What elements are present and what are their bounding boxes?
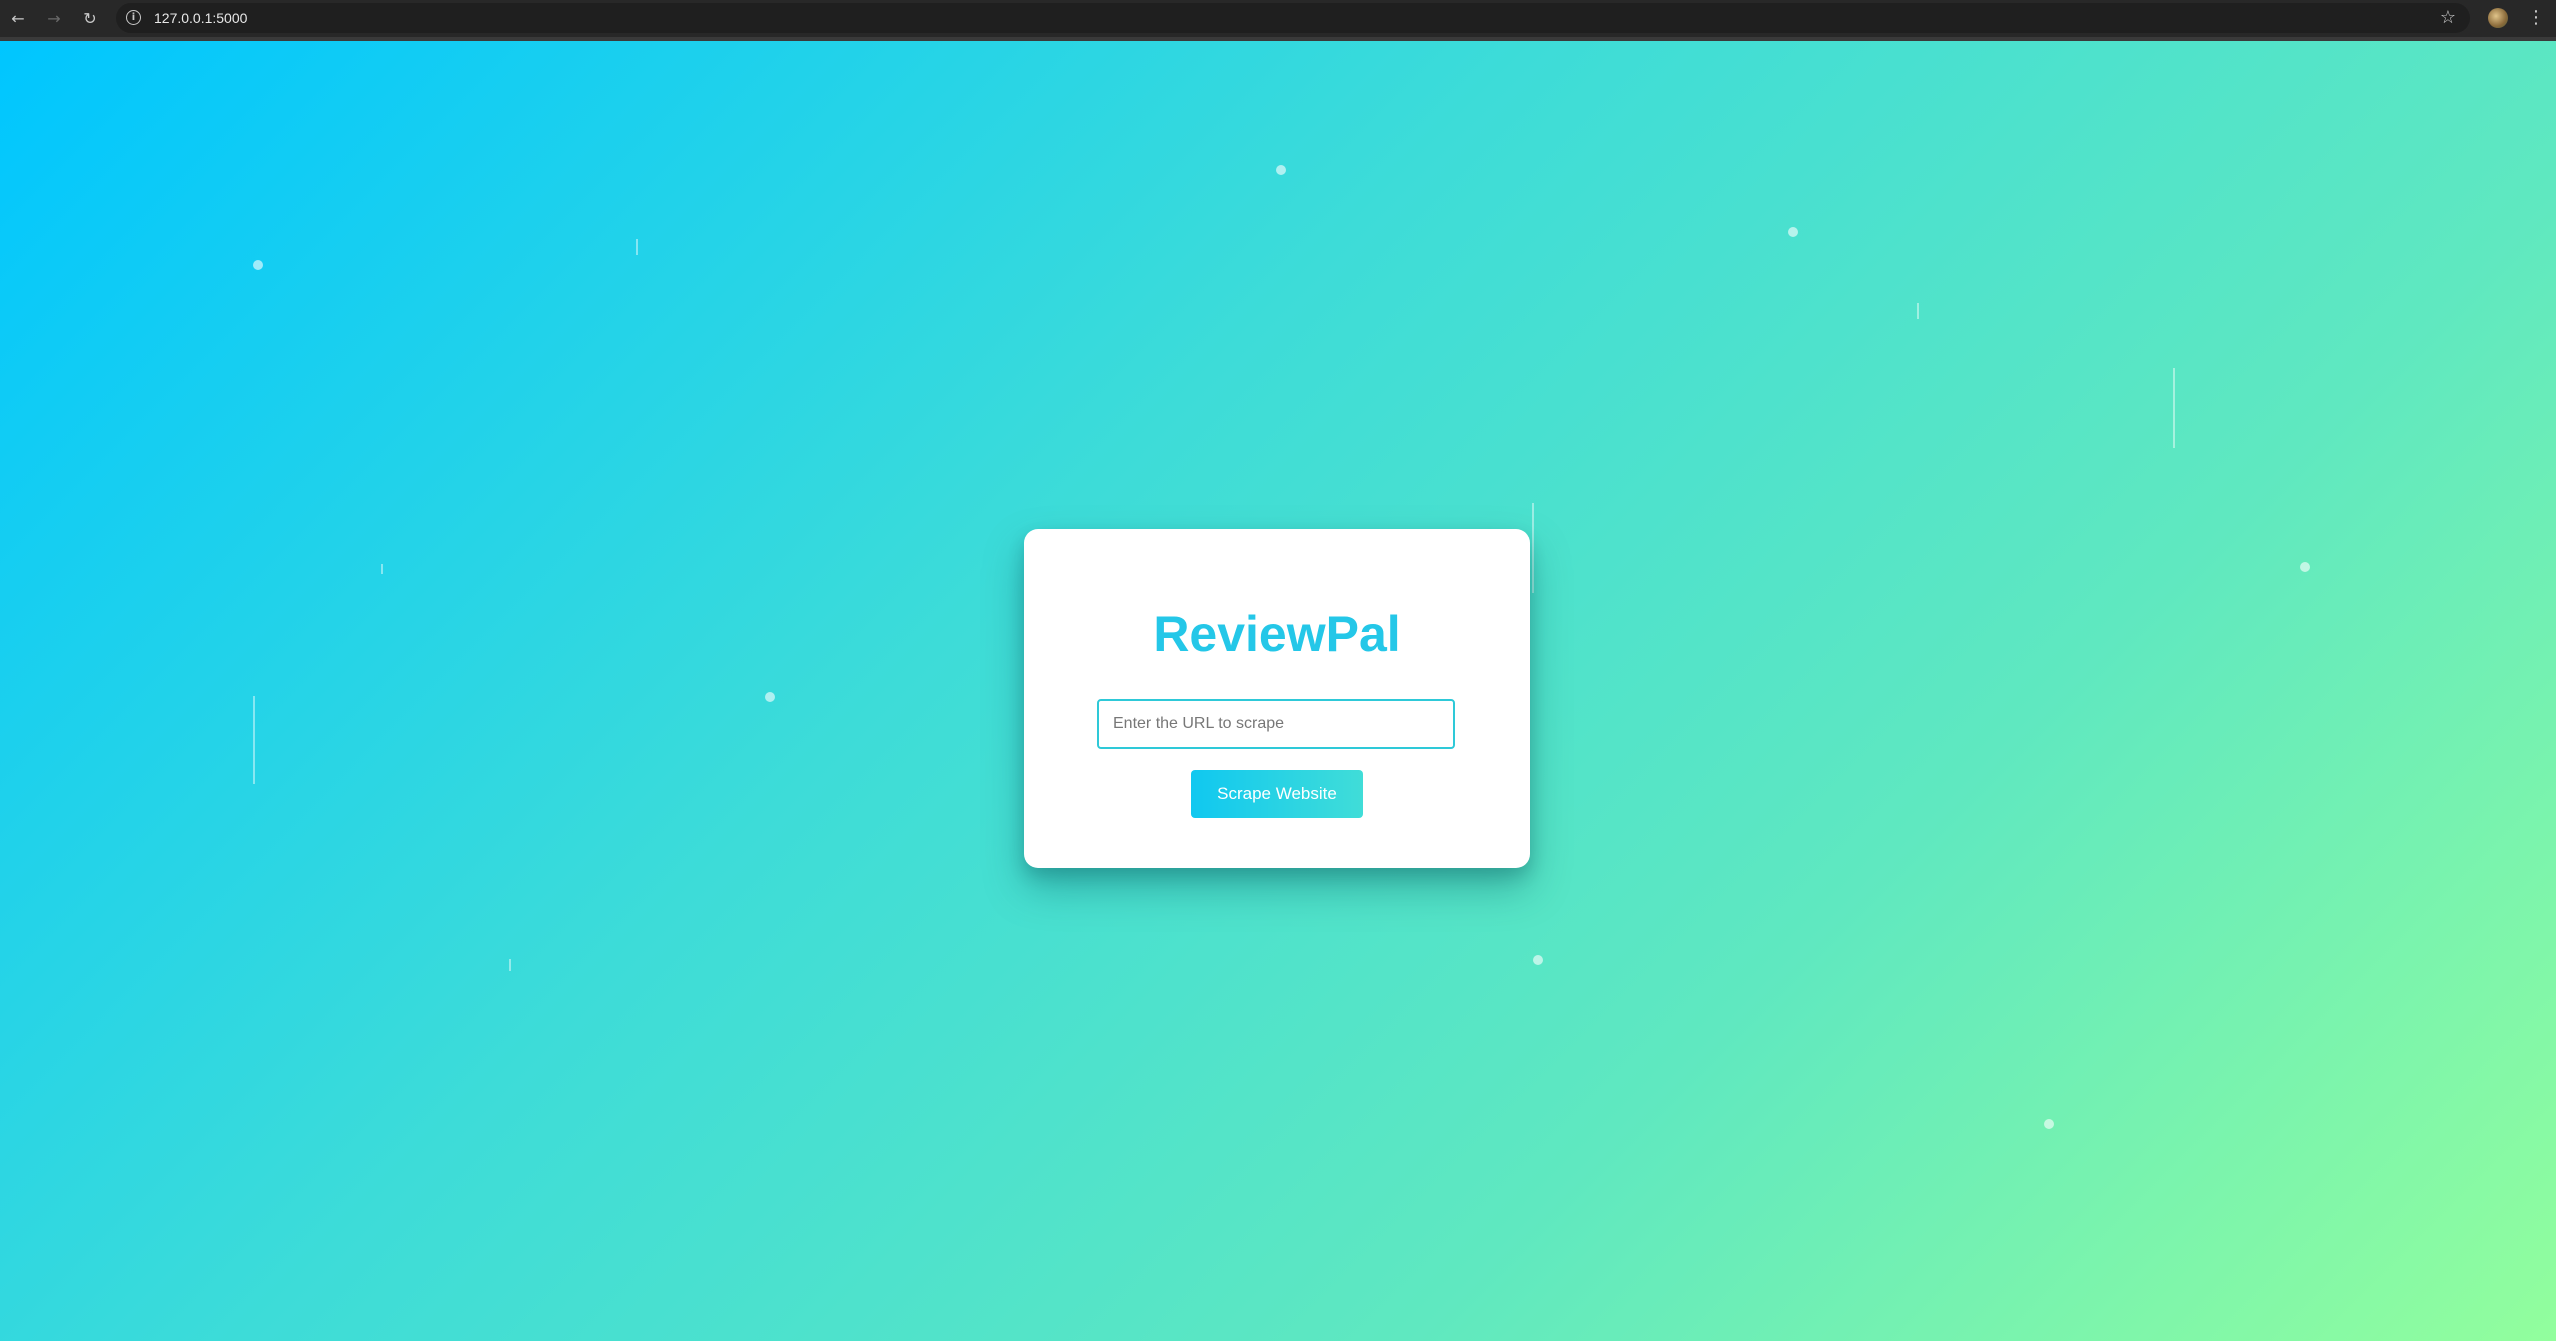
scrape-card: ReviewPal Scrape Website — [1024, 529, 1530, 868]
particle-dot — [1276, 165, 1286, 175]
back-icon[interactable]: ← — [6, 6, 30, 30]
particle-streak — [636, 239, 638, 255]
particle-dot — [253, 260, 263, 270]
particle-streak — [2173, 368, 2175, 448]
browser-toolbar: ← → ↻ i 127.0.0.1:5000 ☆ ⋮ — [0, 0, 2556, 41]
particle-dot — [765, 692, 775, 702]
particle-dot — [1788, 227, 1798, 237]
forward-icon[interactable]: → — [42, 6, 66, 30]
particle-dot — [2044, 1119, 2054, 1129]
particle-dot — [1533, 955, 1543, 965]
page-background: ReviewPal Scrape Website — [0, 41, 2556, 1341]
address-bar[interactable]: i 127.0.0.1:5000 ☆ — [116, 3, 2470, 33]
url-text[interactable]: 127.0.0.1:5000 — [154, 10, 247, 26]
particle-dot — [2300, 562, 2310, 572]
particle-streak — [381, 564, 383, 574]
particle-streak — [509, 959, 511, 971]
kebab-menu-icon[interactable]: ⋮ — [2526, 6, 2546, 30]
page-title: ReviewPal — [1153, 606, 1401, 662]
profile-avatar[interactable] — [2488, 8, 2508, 28]
particle-streak — [1917, 303, 1919, 319]
particle-streak — [1532, 503, 1534, 593]
url-input[interactable] — [1097, 699, 1455, 749]
scrape-website-button[interactable]: Scrape Website — [1191, 770, 1363, 818]
info-icon[interactable]: i — [126, 10, 141, 25]
particle-streak — [253, 696, 255, 784]
star-icon[interactable]: ☆ — [2440, 7, 2456, 28]
reload-icon[interactable]: ↻ — [78, 6, 102, 30]
